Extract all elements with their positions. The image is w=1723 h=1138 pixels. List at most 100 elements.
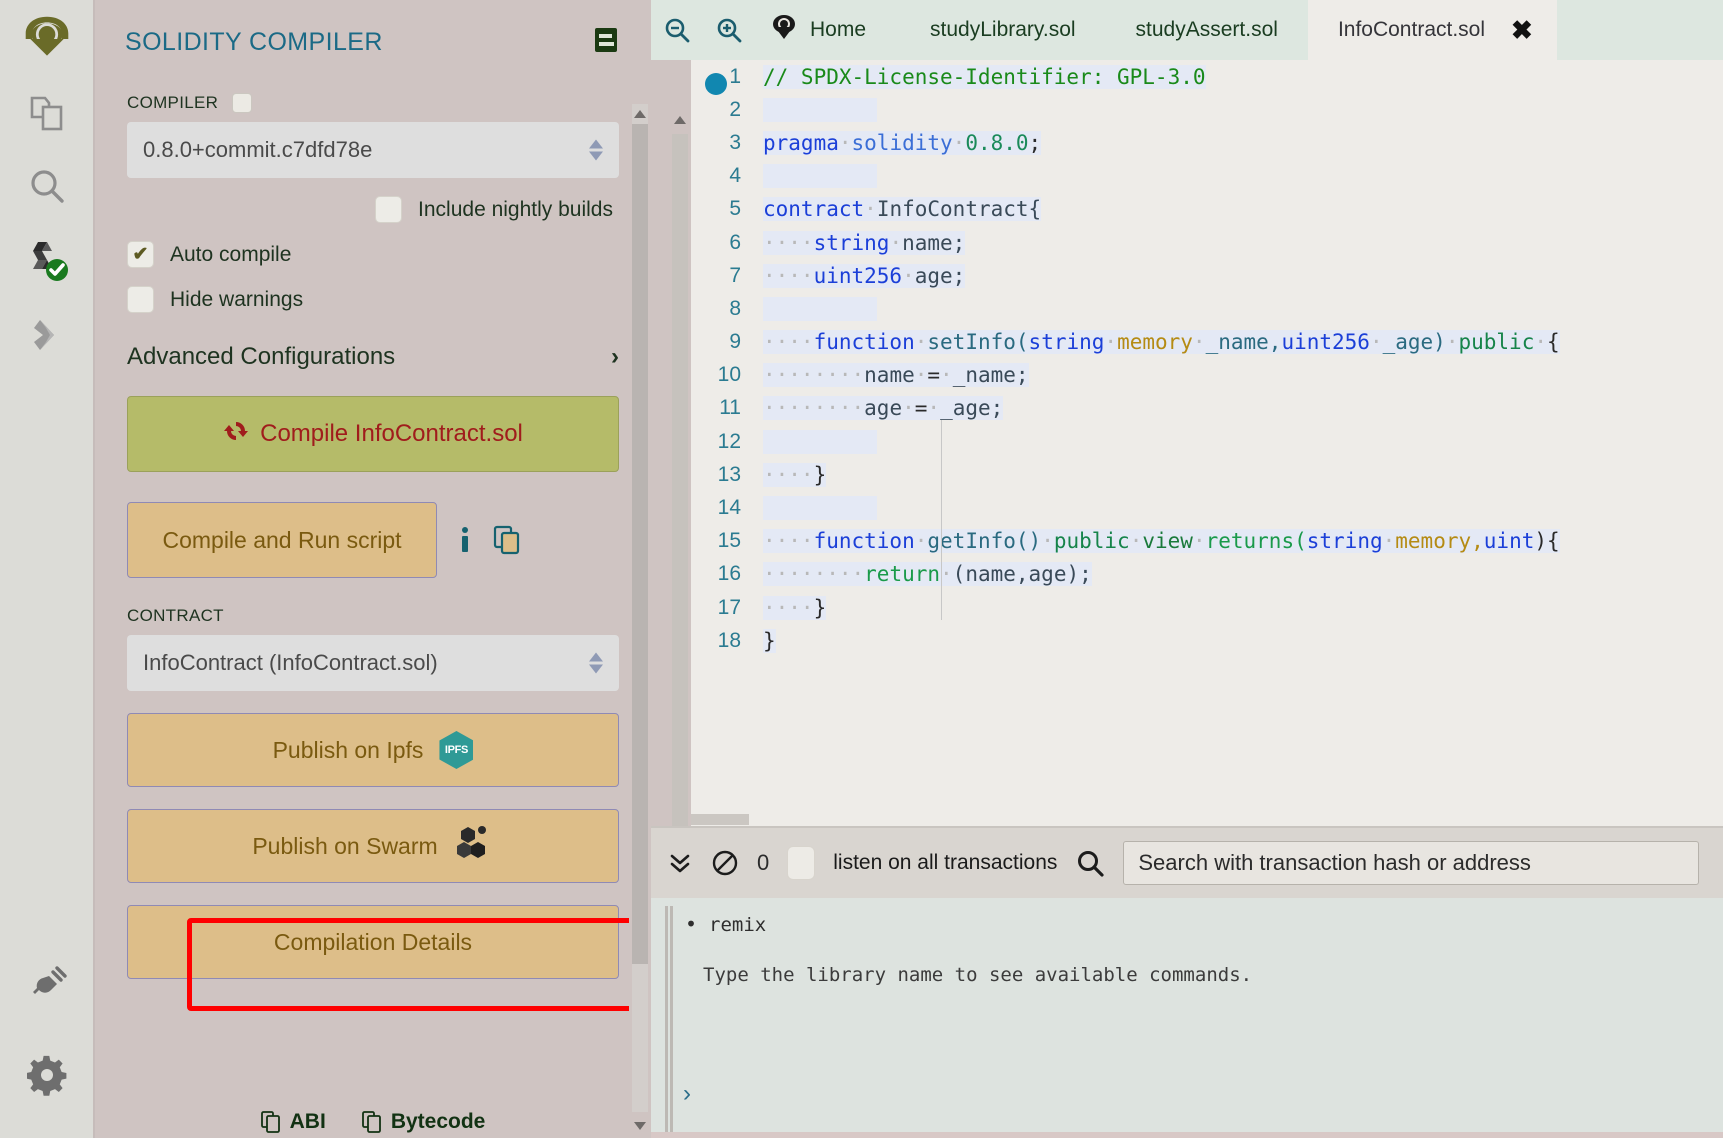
code-line[interactable]: 12 (691, 425, 1723, 458)
tab-studylibrary[interactable]: studyLibrary.sol (900, 0, 1106, 60)
code-line[interactable]: 2 (691, 93, 1723, 126)
line-number: 6 (729, 230, 741, 254)
code-line[interactable]: 3 pragma·solidity·0.8.0; (691, 126, 1723, 159)
info-icon[interactable] (455, 525, 475, 555)
scrollbar-thumb[interactable] (672, 134, 688, 826)
scrollbar-thumb[interactable] (632, 124, 648, 964)
abi-label: ABI (289, 1110, 326, 1133)
line-number: 3 (729, 130, 741, 154)
code-line[interactable]: 9 ····function·setInfo(string·memory·_nam… (691, 326, 1723, 359)
scrollbar-thumb[interactable] (691, 814, 749, 825)
main-area: Home studyLibrary.sol studyAssert.sol In… (651, 0, 1723, 1138)
left-icon-rail (0, 0, 95, 1138)
code-line[interactable]: 7 ····uint256·age; (691, 259, 1723, 292)
scroll-down-arrow-icon[interactable] (632, 1116, 648, 1136)
ipfs-logo-icon: IPFS (439, 731, 474, 769)
line-number: 2 (729, 97, 741, 121)
copy-bytecode-button[interactable]: Bytecode (361, 1110, 485, 1134)
line-number: 9 (729, 330, 741, 354)
code-line[interactable]: 10 ········name·=·_name; (691, 359, 1723, 392)
page-title: SOLIDITY COMPILER (125, 28, 383, 56)
code-line-text: ····uint256·age; (763, 263, 966, 288)
solidity-compiler-icon[interactable] (22, 236, 72, 286)
search-icon[interactable] (1075, 848, 1105, 878)
zoom-in-icon[interactable] (703, 0, 755, 60)
bullet-icon: • (685, 912, 698, 936)
scrollbar-thumb[interactable] (670, 906, 673, 1134)
terminal-log-text: remix (709, 914, 767, 936)
editor-horizontal-scrollbar[interactable] (691, 812, 1723, 826)
advanced-configurations-toggle[interactable]: Advanced Configurations › (127, 343, 619, 371)
line-number: 4 (729, 164, 741, 188)
code-line[interactable]: 8 (691, 292, 1723, 325)
tab-home[interactable]: Home (755, 0, 900, 60)
remix-logo-icon[interactable] (22, 14, 72, 64)
tab-infocontract[interactable]: InfoContract.sol ✖ (1307, 0, 1557, 60)
line-number: 5 (729, 197, 741, 221)
abi-bytecode-row: ABI Bytecode (95, 1110, 651, 1134)
documentation-icon[interactable] (593, 26, 619, 59)
indent-guide (941, 420, 942, 620)
compiler-label: COMPILER (127, 93, 219, 112)
solidity-compiler-panel: SOLIDITY COMPILER COMPILER 0.8.0+commit.… (95, 0, 651, 1138)
scroll-up-arrow-icon[interactable] (672, 110, 688, 130)
auto-compile-row[interactable]: ✔ Auto compile (127, 241, 619, 268)
publish-on-swarm-button[interactable]: Publish on Swarm (127, 809, 619, 883)
zoom-out-icon[interactable] (651, 0, 703, 60)
code-line[interactable]: 15 ····function·getInfo()·public·view·ret… (691, 525, 1723, 558)
code-editor[interactable]: 1 // SPDX-License-Identifier: GPL-3.0 2 3p… (651, 60, 1723, 826)
publish-on-ipfs-button[interactable]: Publish on Ipfs IPFS (127, 713, 619, 787)
file-explorer-icon[interactable] (22, 88, 72, 138)
code-line[interactable]: 11 ········age·=·_age; (691, 392, 1723, 425)
search-icon[interactable] (22, 162, 72, 212)
compiler-version-select[interactable]: 0.8.0+commit.c7dfd78e (127, 122, 619, 178)
close-icon[interactable]: ✖ (1511, 15, 1533, 46)
code-line-text: ····string·name; (763, 230, 966, 255)
compiler-status-box (232, 93, 253, 113)
editor-vertical-scrollbar[interactable] (669, 110, 691, 826)
scrollbar-track (665, 906, 668, 1134)
copy-icon[interactable] (493, 525, 521, 555)
transaction-search-input[interactable]: Search with transaction hash or address (1123, 841, 1699, 885)
line-number: 16 (717, 562, 741, 586)
code-line[interactable]: 1 // SPDX-License-Identifier: GPL-3.0 (691, 60, 1723, 93)
terminal-prompt-icon[interactable]: › (683, 1080, 691, 1108)
code-line-text (763, 97, 877, 122)
clear-console-icon[interactable] (711, 849, 739, 877)
compile-and-run-script-button[interactable]: Compile and Run script (127, 502, 437, 578)
code-line[interactable]: 4 (691, 160, 1723, 193)
listen-all-transactions-checkbox[interactable] (787, 846, 816, 880)
code-line[interactable]: 14 (691, 491, 1723, 524)
code-line[interactable]: 13 ····} (691, 458, 1723, 491)
compilation-details-button[interactable]: Compilation Details (127, 905, 619, 979)
hide-warnings-checkbox[interactable] (127, 286, 154, 313)
settings-gear-icon[interactable] (23, 1050, 73, 1100)
code-line[interactable]: 16 ········return·(name,age); (691, 558, 1723, 591)
tab-studyassert[interactable]: studyAssert.sol (1106, 0, 1308, 60)
publish-on-ipfs-label: Publish on Ipfs (272, 736, 424, 763)
copy-abi-button[interactable]: ABI (260, 1110, 326, 1134)
compile-button[interactable]: Compile InfoContract.sol (127, 396, 619, 472)
code-line[interactable]: 17 ····} (691, 591, 1723, 624)
code-line[interactable]: 18} (691, 624, 1723, 657)
terminal-scrollbar[interactable] (665, 906, 673, 1134)
nightly-checkbox[interactable] (375, 196, 403, 223)
publish-on-swarm-label: Publish on Swarm (252, 832, 438, 859)
scroll-up-arrow-icon[interactable] (632, 104, 648, 124)
contract-select[interactable]: InfoContract (InfoContract.sol) (127, 635, 619, 691)
sidebar-scrollbar[interactable] (629, 104, 651, 1138)
code-line[interactable]: 5 contract·InfoContract{ (691, 193, 1723, 226)
terminal-log-count: 0 (757, 850, 770, 875)
auto-compile-checkbox[interactable]: ✔ (127, 241, 154, 268)
chevron-updown-icon (589, 139, 603, 161)
breakpoint-indicator[interactable] (705, 73, 727, 95)
contract-select-value: InfoContract (InfoContract.sol) (143, 650, 438, 675)
code-line[interactable]: 6 ····string·name; (691, 226, 1723, 259)
code-lines[interactable]: 1 // SPDX-License-Identifier: GPL-3.0 2 3p… (691, 60, 1723, 826)
code-line-text: // SPDX-License-Identifier: GPL-3.0 (763, 64, 1206, 89)
deploy-run-icon[interactable] (22, 310, 72, 360)
plugin-manager-icon[interactable] (23, 960, 73, 1010)
chevron-double-down-icon[interactable] (667, 850, 693, 876)
include-nightly-row[interactable]: Include nightly builds (127, 196, 619, 223)
hide-warnings-row[interactable]: Hide warnings (127, 286, 619, 313)
